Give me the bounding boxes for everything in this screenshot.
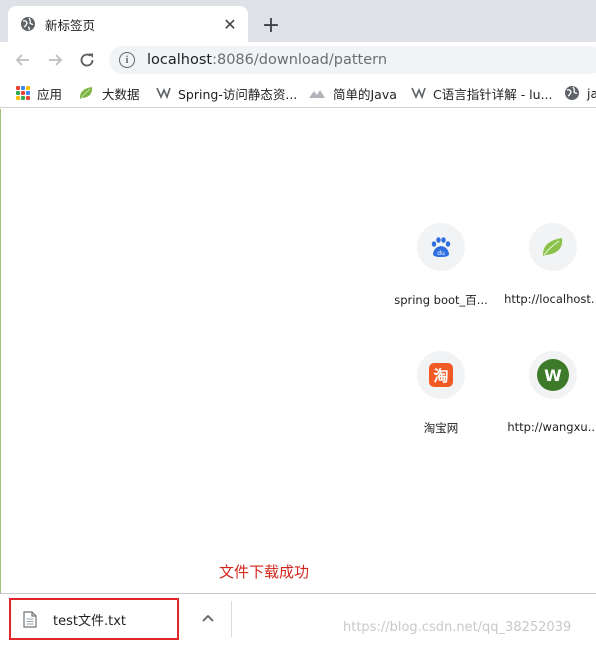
shortcut-tile-taobao[interactable]: 淘 淘宝网 bbox=[386, 351, 496, 436]
bookmark-apps[interactable]: 应用 bbox=[16, 83, 62, 103]
csdn-icon bbox=[411, 87, 426, 100]
info-icon[interactable]: i bbox=[119, 52, 135, 68]
bookmark-simple-java[interactable]: 简单的Java bbox=[308, 83, 397, 103]
tab-new-tab[interactable]: 新标签页 ✕ bbox=[8, 6, 248, 42]
taobao-icon: 淘 bbox=[429, 363, 453, 387]
tile-icon-circle: 淘 bbox=[417, 351, 465, 399]
bookmark-c-pointer[interactable]: C语言指针详解 - lu... bbox=[410, 83, 553, 103]
browser-window: 新标签页 ✕ + i localhost:8086/download/patte… bbox=[0, 0, 596, 646]
bookmark-label: Spring-访问静态资... bbox=[178, 86, 298, 102]
url-host: localhost bbox=[147, 52, 213, 68]
bookmark-bigdata[interactable]: 大数据 bbox=[78, 83, 140, 103]
toolbar: i localhost:8086/download/pattern bbox=[0, 42, 596, 78]
url-text: localhost:8086/download/pattern bbox=[147, 52, 387, 68]
arrow-left-icon bbox=[15, 54, 29, 66]
new-tab-page: du spring boot_百... http://localhost... … bbox=[0, 109, 596, 593]
bookmark-label: 大数据 bbox=[102, 86, 140, 102]
watermark-text: https://blog.csdn.net/qq_38252039 bbox=[343, 620, 572, 635]
shelf-divider bbox=[231, 601, 232, 637]
bookmark-spring-static[interactable]: Spring-访问静态资... bbox=[155, 83, 297, 103]
new-tab-button[interactable]: + bbox=[258, 12, 284, 38]
csdn-icon bbox=[156, 87, 171, 100]
tab-title: 新标签页 bbox=[45, 17, 96, 33]
tile-icon-circle bbox=[529, 223, 577, 271]
baidu-icon: du bbox=[431, 237, 451, 257]
tile-label: spring boot_百... bbox=[394, 293, 488, 307]
chevron-up-icon bbox=[202, 614, 214, 622]
bookmark-ja[interactable]: ja bbox=[564, 83, 596, 103]
apps-grid-icon bbox=[16, 86, 30, 100]
download-item[interactable]: test文件.txt bbox=[9, 598, 179, 640]
close-icon[interactable]: ✕ bbox=[220, 14, 240, 34]
tile-label: http://localhost... bbox=[504, 292, 596, 306]
shortcut-tile-wangxu[interactable]: W http://wangxu... bbox=[498, 351, 596, 434]
tile-icon-circle: du bbox=[417, 223, 465, 271]
address-bar[interactable]: i localhost:8086/download/pattern bbox=[109, 46, 596, 74]
tile-icon-circle: W bbox=[529, 351, 577, 399]
shortcut-tile-localhost[interactable]: http://localhost... bbox=[498, 223, 596, 306]
bookmark-label: 应用 bbox=[37, 86, 63, 102]
w-letter-icon: W bbox=[537, 359, 569, 391]
shortcut-tile-spring-boot[interactable]: du spring boot_百... bbox=[386, 223, 496, 308]
url-path: :8086/download/pattern bbox=[212, 52, 388, 68]
spring-leaf-icon bbox=[79, 87, 93, 99]
arrow-right-icon bbox=[49, 54, 63, 66]
bookmark-label: C语言指针详解 - lu... bbox=[433, 86, 553, 102]
download-filename: test文件.txt bbox=[53, 613, 126, 629]
download-success-message: 文件下载成功 bbox=[219, 563, 310, 581]
bookmark-label: ja bbox=[587, 85, 596, 101]
download-options-button[interactable] bbox=[198, 608, 218, 628]
spring-leaf-icon bbox=[542, 238, 563, 256]
reload-icon bbox=[80, 53, 94, 67]
globe-icon bbox=[565, 86, 579, 100]
file-icon bbox=[23, 610, 37, 628]
globe-icon bbox=[20, 16, 36, 32]
reload-button[interactable] bbox=[73, 46, 101, 74]
mountain-icon bbox=[309, 90, 325, 98]
bookmarks-bar: 应用 大数据 Spring-访问静态资... 简单的Java C语言指针详解 -… bbox=[0, 78, 596, 108]
forward-button[interactable] bbox=[41, 46, 69, 74]
tile-label: http://wangxu... bbox=[507, 420, 596, 434]
svg-text:du: du bbox=[437, 250, 445, 257]
tile-label: 淘宝网 bbox=[423, 421, 459, 435]
download-shelf: test文件.txt https://blog.csdn.net/qq_3825… bbox=[0, 593, 596, 646]
bookmark-label: 简单的Java bbox=[333, 86, 397, 102]
back-button[interactable] bbox=[9, 46, 37, 74]
tab-strip: 新标签页 ✕ + bbox=[0, 0, 596, 42]
